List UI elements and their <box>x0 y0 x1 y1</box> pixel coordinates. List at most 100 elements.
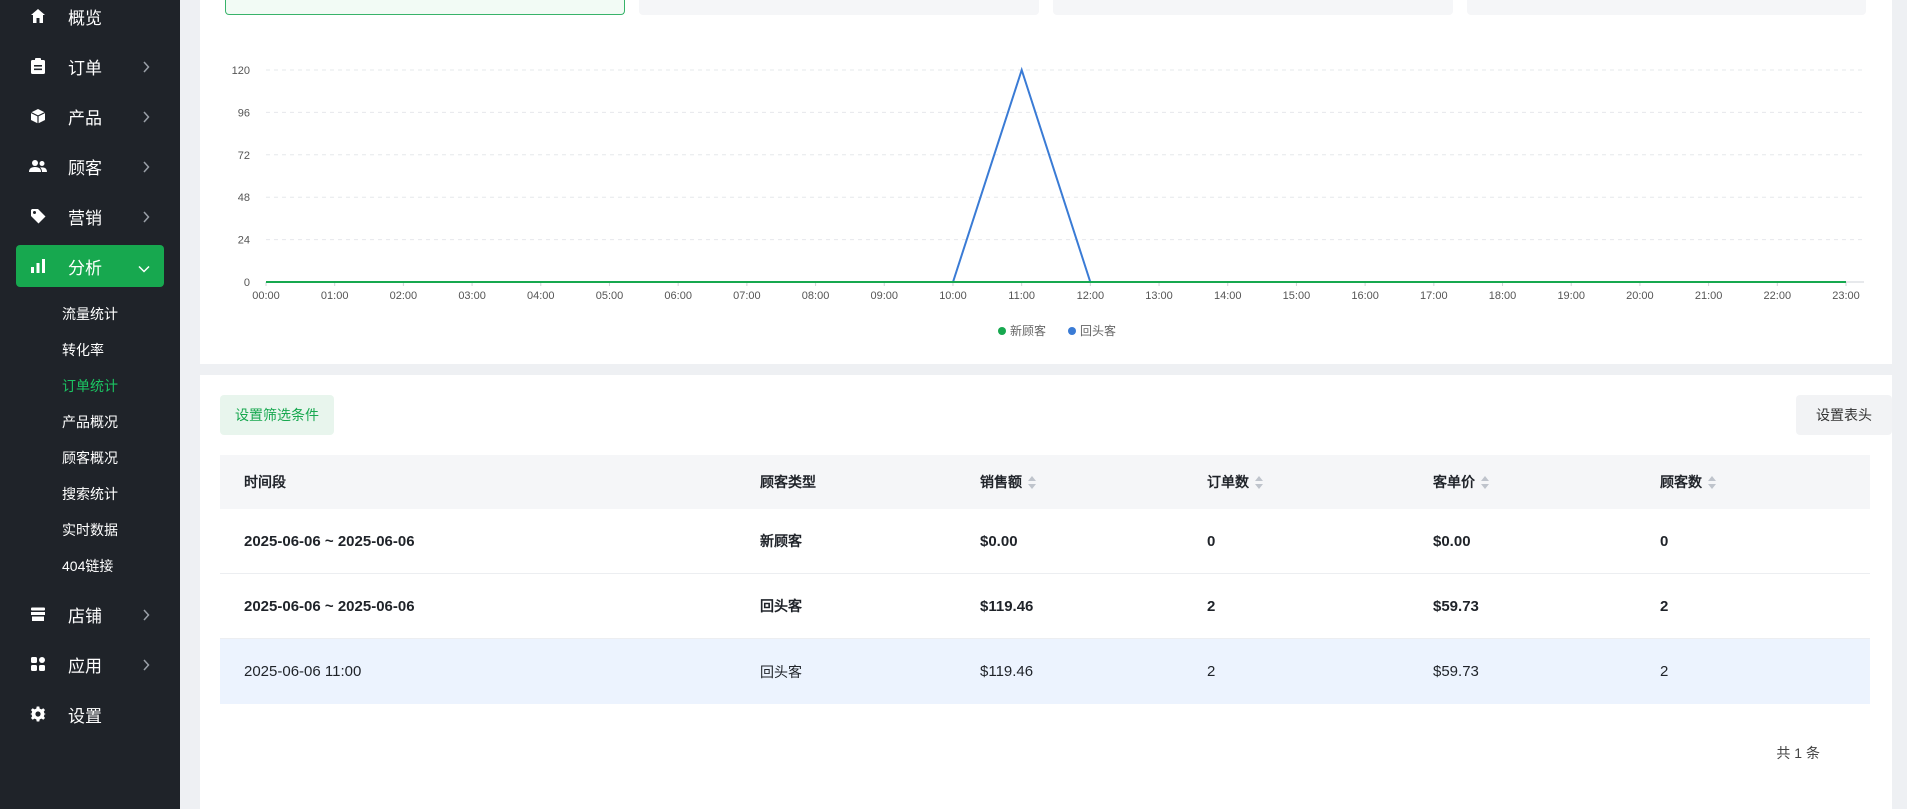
nav-products[interactable]: 产品 <box>16 95 164 137</box>
apps-icon <box>28 654 48 674</box>
chevron-right-icon <box>142 606 150 626</box>
legend-item[interactable]: 回头客 <box>1068 322 1116 339</box>
sub-404-links[interactable]: 404链接 <box>62 556 113 576</box>
table-panel: 设置筛选条件 设置表头 时间段 顾客类型 销售额 订单数 客单价 顾客数 2025-06-… <box>200 375 1892 809</box>
table-cell: 2025-06-06 11:00 <box>244 663 362 680</box>
legend-dot-icon <box>1068 326 1077 335</box>
table-cell: 2025-06-06 ~ 2025-06-06 <box>244 532 415 550</box>
table-row[interactable]: 2025-06-06 11:00 回头客 $119.46 2 $59.73 2 <box>220 639 1870 704</box>
table-cell: 回头客 <box>760 663 802 680</box>
column-header-label: 顾客数 <box>1660 474 1702 490</box>
x-tick-label: 23:00 <box>1832 290 1860 302</box>
chevron-right-icon <box>142 158 150 178</box>
bar-chart-icon <box>28 256 48 276</box>
sub-traffic-stats[interactable]: 流量统计 <box>62 304 118 324</box>
set-header-button[interactable]: 设置表头 <box>1796 395 1892 435</box>
table-cell: $59.73 <box>1433 597 1479 615</box>
nav-label: 产品 <box>68 108 102 128</box>
x-tick-label: 15:00 <box>1283 290 1311 302</box>
tag-icon <box>28 206 48 226</box>
y-tick-label: 48 <box>238 192 250 204</box>
sub-search-stats[interactable]: 搜索统计 <box>62 484 118 504</box>
nav-analysis[interactable]: 分析 <box>16 245 164 287</box>
chevron-right-icon <box>142 656 150 676</box>
nav-label: 顾客 <box>68 158 102 178</box>
x-tick-label: 07:00 <box>733 290 761 302</box>
table-row[interactable]: 2025-06-06 ~ 2025-06-06 回头客 $119.46 2 $59.73… <box>220 574 1870 639</box>
sub-realtime-data[interactable]: 实时数据 <box>62 520 118 540</box>
x-tick-label: 22:00 <box>1764 290 1792 302</box>
x-tick-label: 06:00 <box>664 290 692 302</box>
chevron-down-icon <box>138 258 150 278</box>
nav-store[interactable]: 店铺 <box>16 593 164 635</box>
x-tick-label: 01:00 <box>321 290 349 302</box>
legend-dot-icon <box>998 326 1006 335</box>
nav-overview[interactable]: 概览 <box>16 0 164 37</box>
stat-card-active[interactable] <box>225 0 625 15</box>
sub-product-overview[interactable]: 产品概况 <box>62 412 118 432</box>
table-cell: $119.46 <box>980 597 1034 615</box>
sort-icon[interactable] <box>1255 476 1263 490</box>
x-tick-label: 08:00 <box>802 290 830 302</box>
nav-label: 设置 <box>68 706 102 726</box>
nav-label: 店铺 <box>68 606 102 626</box>
table-cell: 2 <box>1660 597 1669 615</box>
table-cell: 2 <box>1207 597 1216 615</box>
table-cell: 2 <box>1660 663 1669 680</box>
table-cell: 回头客 <box>760 598 802 614</box>
sort-icon[interactable] <box>1708 476 1716 490</box>
gear-icon <box>28 704 48 724</box>
column-header[interactable]: 客单价 <box>1433 472 1489 492</box>
box-icon <box>28 106 48 126</box>
table-cell: $119.46 <box>980 663 1034 680</box>
legend-item[interactable]: 新顾客 <box>998 322 1046 339</box>
column-header-label: 订单数 <box>1207 474 1249 490</box>
column-header[interactable]: 顾客数 <box>1660 472 1716 492</box>
pagination-total: 共 1 条 <box>1776 745 1820 761</box>
x-tick-label: 10:00 <box>939 290 967 302</box>
stat-card[interactable] <box>1053 0 1453 15</box>
legend-label: 新顾客 <box>1010 324 1047 338</box>
sub-order-stats[interactable]: 订单统计 <box>62 376 118 396</box>
x-tick-label: 00:00 <box>252 290 280 302</box>
column-header-label: 时间段 <box>244 474 286 490</box>
series-line-1 <box>266 66 1846 283</box>
x-tick-label: 21:00 <box>1695 290 1723 302</box>
table-cell: 2025-06-06 ~ 2025-06-06 <box>244 597 415 615</box>
column-header[interactable]: 销售额 <box>980 472 1036 492</box>
y-tick-label: 72 <box>238 150 250 162</box>
x-tick-label: 13:00 <box>1145 290 1173 302</box>
x-tick-label: 02:00 <box>390 290 418 302</box>
x-tick-label: 05:00 <box>596 290 624 302</box>
nav-label: 订单 <box>68 58 102 78</box>
nav-orders[interactable]: 订单 <box>16 45 164 87</box>
column-header: 时间段 <box>244 472 286 492</box>
table-row[interactable]: 2025-06-06 ~ 2025-06-06 新顾客 $0.00 0 $0.00 0 <box>220 509 1870 574</box>
table-header: 时间段 顾客类型 销售额 订单数 客单价 顾客数 <box>220 455 1870 509</box>
nav-customers[interactable]: 顾客 <box>16 145 164 187</box>
chart-legend: 新顾客 回头客 <box>998 322 1138 339</box>
x-tick-label: 04:00 <box>527 290 555 302</box>
column-header: 顾客类型 <box>760 472 816 492</box>
sort-icon[interactable] <box>1481 476 1489 490</box>
nav-marketing[interactable]: 营销 <box>16 195 164 237</box>
y-tick-label: 120 <box>232 65 250 77</box>
x-tick-label: 03:00 <box>458 290 486 302</box>
stat-card[interactable] <box>639 0 1039 15</box>
nav-settings[interactable]: 设置 <box>16 693 164 735</box>
set-filter-button[interactable]: 设置筛选条件 <box>220 395 334 435</box>
clipboard-icon <box>28 56 48 76</box>
column-header[interactable]: 订单数 <box>1207 472 1263 492</box>
table-cell: $0.00 <box>980 532 1018 550</box>
sub-conversion-rate[interactable]: 转化率 <box>62 340 104 360</box>
stat-card[interactable] <box>1467 0 1866 15</box>
sort-icon[interactable] <box>1028 476 1036 490</box>
x-tick-label: 18:00 <box>1489 290 1517 302</box>
store-icon <box>28 604 48 624</box>
sub-customer-overview[interactable]: 顾客概况 <box>62 448 118 468</box>
table-cell: $59.73 <box>1433 663 1479 680</box>
nav-apps[interactable]: 应用 <box>16 643 164 685</box>
chevron-right-icon <box>142 208 150 228</box>
table-cell: 新顾客 <box>760 533 802 549</box>
x-tick-label: 20:00 <box>1626 290 1654 302</box>
